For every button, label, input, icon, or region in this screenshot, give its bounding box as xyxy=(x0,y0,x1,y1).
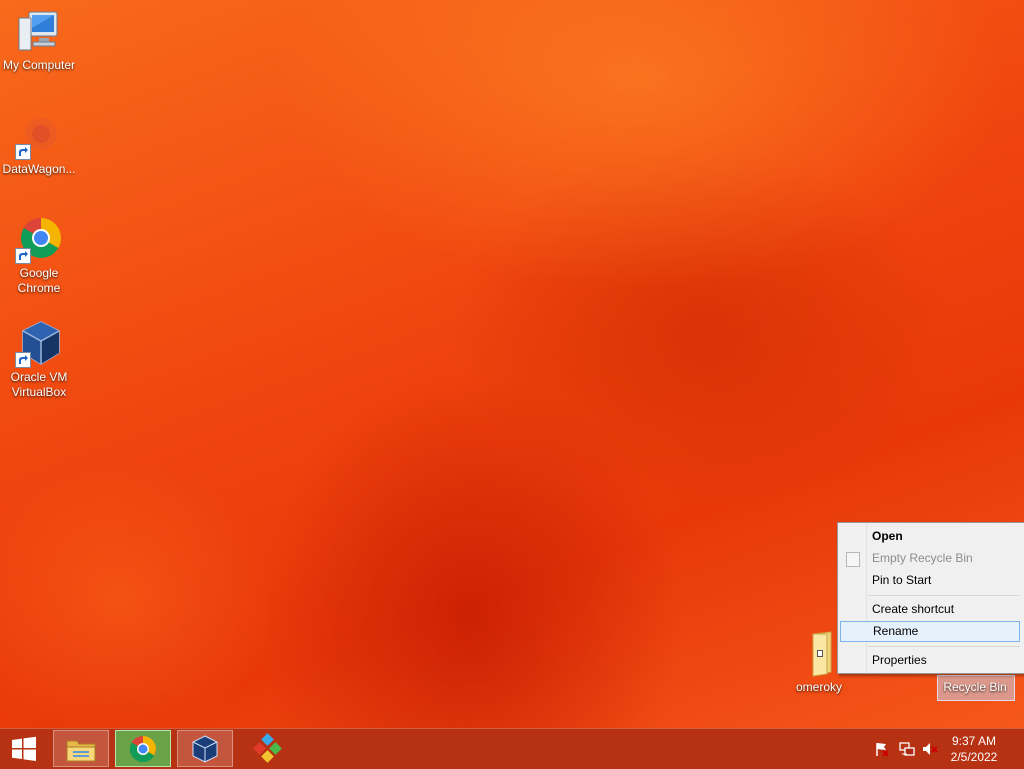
taskbar-clock[interactable]: 9:37 AM 2/5/2022 xyxy=(944,733,1004,765)
menu-item-label: Properties xyxy=(872,653,927,667)
clock-date: 2/5/2022 xyxy=(950,750,998,764)
taskbar-app-cubes[interactable] xyxy=(239,730,295,767)
menu-separator xyxy=(868,595,1020,596)
menu-item-open[interactable]: Open xyxy=(840,526,1020,547)
shortcut-arrow-icon xyxy=(15,144,31,160)
menu-item-pin-to-start[interactable]: Pin to Start xyxy=(840,570,1020,591)
taskbar: 9:37 AM 2/5/2022 xyxy=(0,728,1024,769)
icon-label: DataWagon... xyxy=(2,162,76,176)
shortcut-arrow-icon xyxy=(15,248,31,264)
menu-item-create-shortcut[interactable]: Create shortcut xyxy=(840,599,1020,620)
icon-label: My Computer xyxy=(2,58,76,72)
desktop-icon-virtualbox[interactable]: Oracle VM VirtualBox xyxy=(0,320,78,400)
menu-item-rename[interactable]: Rename xyxy=(840,621,1020,642)
menu-item-empty-recycle-bin[interactable]: Empty Recycle Bin xyxy=(840,548,1020,569)
menu-item-properties[interactable]: Properties xyxy=(840,650,1020,671)
recycle-bin-context-menu: Open Empty Recycle Bin Pin to Start Crea… xyxy=(837,522,1024,674)
icon-label: omeroky xyxy=(795,680,842,694)
taskbar-file-explorer[interactable] xyxy=(53,730,109,767)
menu-item-label: Open xyxy=(872,529,903,543)
virtualbox-icon xyxy=(15,320,63,368)
recycle-bin-small-icon xyxy=(846,552,860,567)
action-center-flag-icon[interactable] xyxy=(874,741,890,757)
datawagon-icon xyxy=(15,112,63,160)
start-button[interactable] xyxy=(0,730,48,767)
shortcut-arrow-icon xyxy=(15,352,31,368)
taskbar-virtualbox[interactable] xyxy=(177,730,233,767)
icon-label: Recycle Bin xyxy=(943,680,1007,694)
menu-item-label: Pin to Start xyxy=(872,573,932,587)
menu-separator xyxy=(868,646,1020,647)
icon-label: Oracle VM VirtualBox xyxy=(10,370,68,399)
computer-icon xyxy=(15,8,63,56)
desktop-icon-my-computer[interactable]: My Computer xyxy=(0,8,78,73)
menu-item-label: Rename xyxy=(873,624,919,638)
clock-time: 9:37 AM xyxy=(951,734,997,748)
desktop-icon-datawagon[interactable]: DataWagon... xyxy=(0,112,78,177)
menu-item-label: Empty Recycle Bin xyxy=(872,551,973,565)
folder-icon xyxy=(795,630,843,678)
icon-label: Google Chrome xyxy=(17,266,61,295)
desktop-icon-google-chrome[interactable]: Google Chrome xyxy=(0,216,78,296)
taskbar-chrome[interactable] xyxy=(115,730,171,767)
network-icon[interactable] xyxy=(899,741,915,757)
chrome-icon xyxy=(15,216,63,264)
volume-muted-icon[interactable] xyxy=(922,741,938,757)
menu-item-label: Create shortcut xyxy=(872,602,955,616)
